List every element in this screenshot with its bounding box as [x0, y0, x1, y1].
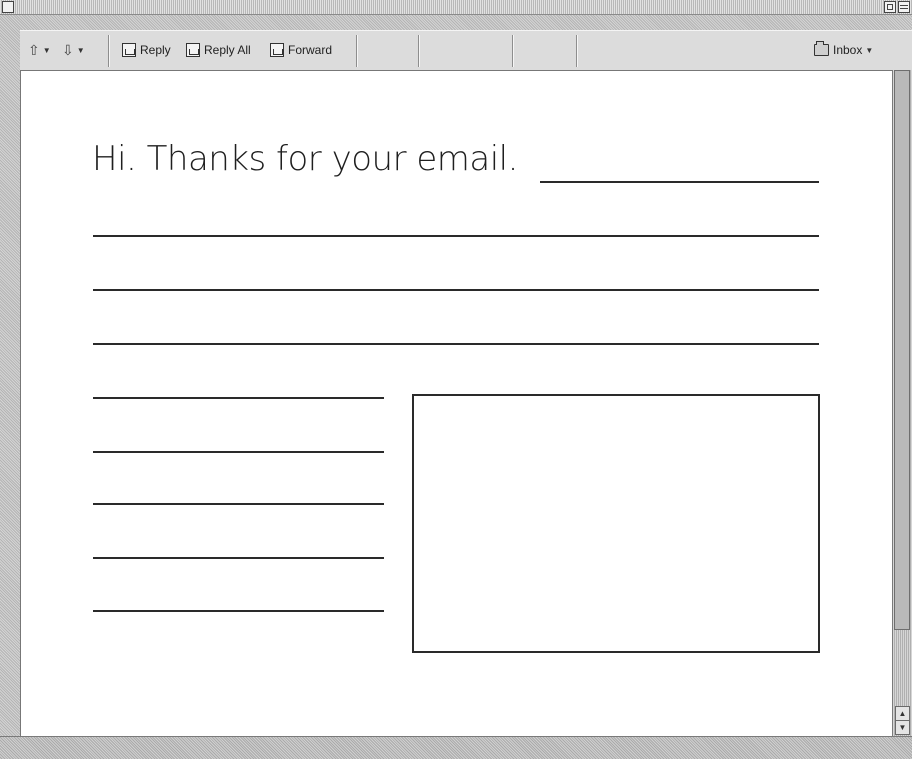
scroll-down-arrow-icon[interactable]: ▼ — [895, 720, 910, 735]
vertical-scrollbar[interactable]: ▲ ▼ — [892, 70, 912, 736]
text-line-placeholder — [93, 343, 819, 345]
toolbar-divider — [512, 35, 513, 67]
toolbar-divider — [356, 35, 357, 67]
close-box-icon[interactable] — [2, 1, 14, 13]
text-line-placeholder — [93, 503, 384, 505]
forward-label: Forward — [288, 43, 333, 57]
reply-all-icon — [186, 43, 200, 57]
text-line-placeholder — [93, 610, 384, 612]
zoom-box-icon[interactable] — [884, 1, 896, 13]
up-arrow-icon: ⇧ — [28, 42, 40, 58]
previous-message-button[interactable]: ⇧ ▼ — [28, 39, 51, 61]
greeting-text: Hi. Thanks for your email. — [92, 139, 518, 179]
scroll-up-arrow-icon[interactable]: ▲ — [895, 706, 910, 721]
text-line-placeholder — [93, 289, 819, 291]
reply-all-button[interactable]: Reply All — [186, 39, 251, 61]
inbox-icon — [814, 41, 829, 56]
chevron-down-icon: ▼ — [865, 45, 874, 55]
text-line-placeholder — [93, 235, 819, 237]
mailbox-menu-button[interactable]: Inbox ▼ — [814, 39, 873, 61]
toolbar-divider — [108, 35, 109, 67]
reply-label: Reply — [140, 43, 171, 57]
reply-icon — [122, 43, 136, 57]
message-body: Hi. Thanks for your email. — [20, 70, 892, 736]
scroll-thumb[interactable] — [894, 70, 910, 630]
title-bar[interactable] — [0, 0, 912, 15]
reply-button[interactable]: Reply — [122, 39, 171, 61]
forward-icon — [270, 43, 284, 57]
image-placeholder — [412, 394, 820, 653]
text-line-placeholder — [540, 181, 819, 183]
mailbox-label: Inbox — [833, 43, 863, 57]
forward-button[interactable]: Forward — [270, 39, 332, 61]
text-line-placeholder — [93, 557, 384, 559]
message-toolbar: ⇧ ▼ ⇩ ▼ Reply Reply All Forward Inbox ▼ — [20, 30, 912, 72]
status-bar — [0, 736, 912, 759]
toolbar-divider — [418, 35, 419, 67]
text-line-placeholder — [93, 397, 384, 399]
collapse-box-icon[interactable] — [898, 1, 910, 13]
mail-window: ⇧ ▼ ⇩ ▼ Reply Reply All Forward Inbox ▼ — [0, 0, 912, 759]
chevron-down-icon: ▼ — [76, 45, 85, 55]
text-line-placeholder — [93, 451, 384, 453]
reply-all-label: Reply All — [204, 43, 251, 57]
chevron-down-icon: ▼ — [42, 45, 51, 55]
toolbar-divider — [576, 35, 577, 67]
next-message-button[interactable]: ⇩ ▼ — [62, 39, 85, 61]
down-arrow-icon: ⇩ — [62, 42, 74, 58]
